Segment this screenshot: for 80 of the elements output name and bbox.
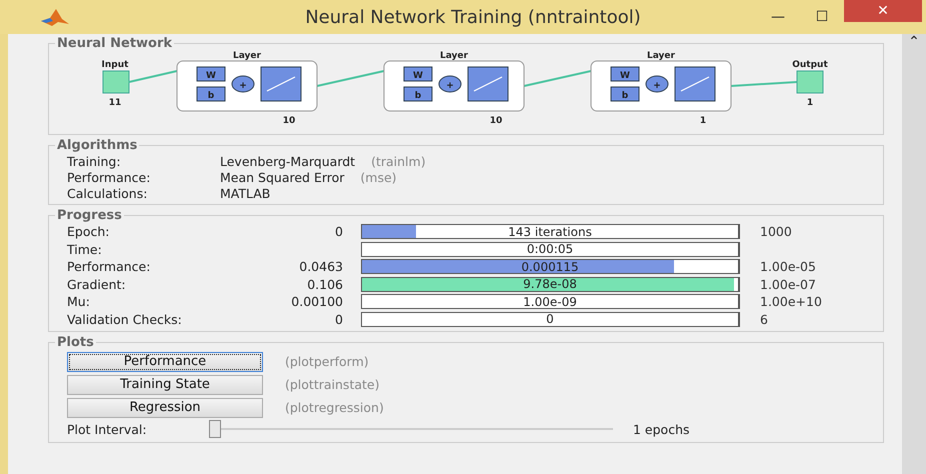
bar-value: 0.000115 xyxy=(521,260,579,274)
slider-thumb[interactable] xyxy=(209,420,221,438)
bias-block xyxy=(196,86,226,102)
function-name: (plotperform) xyxy=(285,354,369,369)
bias-block xyxy=(610,86,640,102)
weight-block xyxy=(610,66,640,82)
interval-label: Plot Interval: xyxy=(67,422,148,436)
window-title: Neural Network Training (nntraintool) xyxy=(304,6,642,28)
algorithm-value: MATLAB xyxy=(220,186,270,200)
function-name: (plotregression) xyxy=(285,400,384,415)
algorithm-label: Calculations: xyxy=(67,186,148,200)
target-value: 1.00e+10 xyxy=(760,294,822,310)
bar-value: 143 iterations xyxy=(508,224,592,239)
algorithm-value: Mean Squared Error xyxy=(220,170,344,184)
output-label: Output xyxy=(792,60,828,70)
transfer-function-icon xyxy=(260,66,302,102)
sum-node xyxy=(232,76,254,92)
bias-label: b xyxy=(208,91,214,101)
function-name: (mse) xyxy=(360,170,397,184)
start-value: 0.106 xyxy=(306,276,343,292)
input-size: 11 xyxy=(108,98,122,108)
layer-size: 10 xyxy=(490,116,502,126)
progress-label: Epoch: xyxy=(67,224,110,240)
sum-label: + xyxy=(239,81,247,91)
progress-label: Performance: xyxy=(67,259,152,274)
layer-size: 10 xyxy=(282,116,296,126)
target-value: 1000 xyxy=(760,224,792,240)
progress-label: Gradient: xyxy=(67,276,127,292)
sum-node xyxy=(646,76,668,92)
target-value: 1.00e-07 xyxy=(760,276,816,292)
function-name: (trainlm) xyxy=(371,154,426,168)
weight-label: W xyxy=(413,71,423,81)
transfer-function-icon xyxy=(468,66,508,102)
start-value: 0.00100 xyxy=(290,294,343,310)
panel-title: Progress xyxy=(56,208,123,223)
weight-label: W xyxy=(620,71,630,81)
panel-title: Plots xyxy=(56,335,95,350)
panel-title: Algorithms xyxy=(56,138,138,153)
weight-label: W xyxy=(206,71,216,81)
sum-label: + xyxy=(446,81,454,91)
input-label: Input xyxy=(102,60,128,70)
output-size: 1 xyxy=(806,98,814,108)
weight-block xyxy=(196,66,226,82)
bias-label: b xyxy=(622,91,628,101)
panel-title: Neural Network xyxy=(56,36,174,51)
peaks-logo-icon xyxy=(40,7,70,27)
bias-block xyxy=(404,86,432,102)
sum-label: + xyxy=(653,81,661,91)
bar-value: 9.78e-08 xyxy=(523,277,577,292)
sum-node xyxy=(438,76,462,92)
start-value: 0 xyxy=(334,312,343,327)
output-block xyxy=(796,70,824,94)
start-value: 0.0463 xyxy=(298,259,343,274)
plot-button[interactable]: Training State xyxy=(67,374,263,394)
transfer-function-icon xyxy=(674,66,716,102)
target-value: 6 xyxy=(760,312,768,327)
target-value: 1.00e-05 xyxy=(760,259,816,274)
scroll-up-button[interactable]: ⌃ xyxy=(908,34,920,52)
plot-button[interactable]: Performance xyxy=(67,352,263,372)
layer-label: Layer xyxy=(440,51,468,61)
weight-block xyxy=(404,66,432,82)
algorithm-label: Training: xyxy=(67,154,122,168)
bias-label: b xyxy=(414,91,422,101)
algorithm-label: Performance: xyxy=(67,170,152,184)
progress-label: Validation Checks: xyxy=(67,312,183,327)
interval-value: 1 epochs xyxy=(633,422,690,436)
algorithm-value: Levenberg-Marquardt xyxy=(220,154,356,168)
function-name: (plottrainstate) xyxy=(285,377,380,392)
progress-label: Time: xyxy=(67,242,103,257)
input-block xyxy=(102,70,130,94)
start-value: 0 xyxy=(334,224,343,240)
minimize-button[interactable]: — xyxy=(756,4,800,30)
layer-label: Layer xyxy=(647,51,675,61)
progress-label: Mu: xyxy=(67,294,91,310)
plot-button[interactable]: Regression xyxy=(67,398,263,418)
maximize-button[interactable]: ☐ xyxy=(800,4,844,30)
layer-size: 1 xyxy=(700,116,706,126)
layer-label: Layer xyxy=(233,51,261,61)
scrollbar[interactable]: ⌃ xyxy=(902,34,926,474)
close-button[interactable]: ✕ xyxy=(844,0,922,22)
